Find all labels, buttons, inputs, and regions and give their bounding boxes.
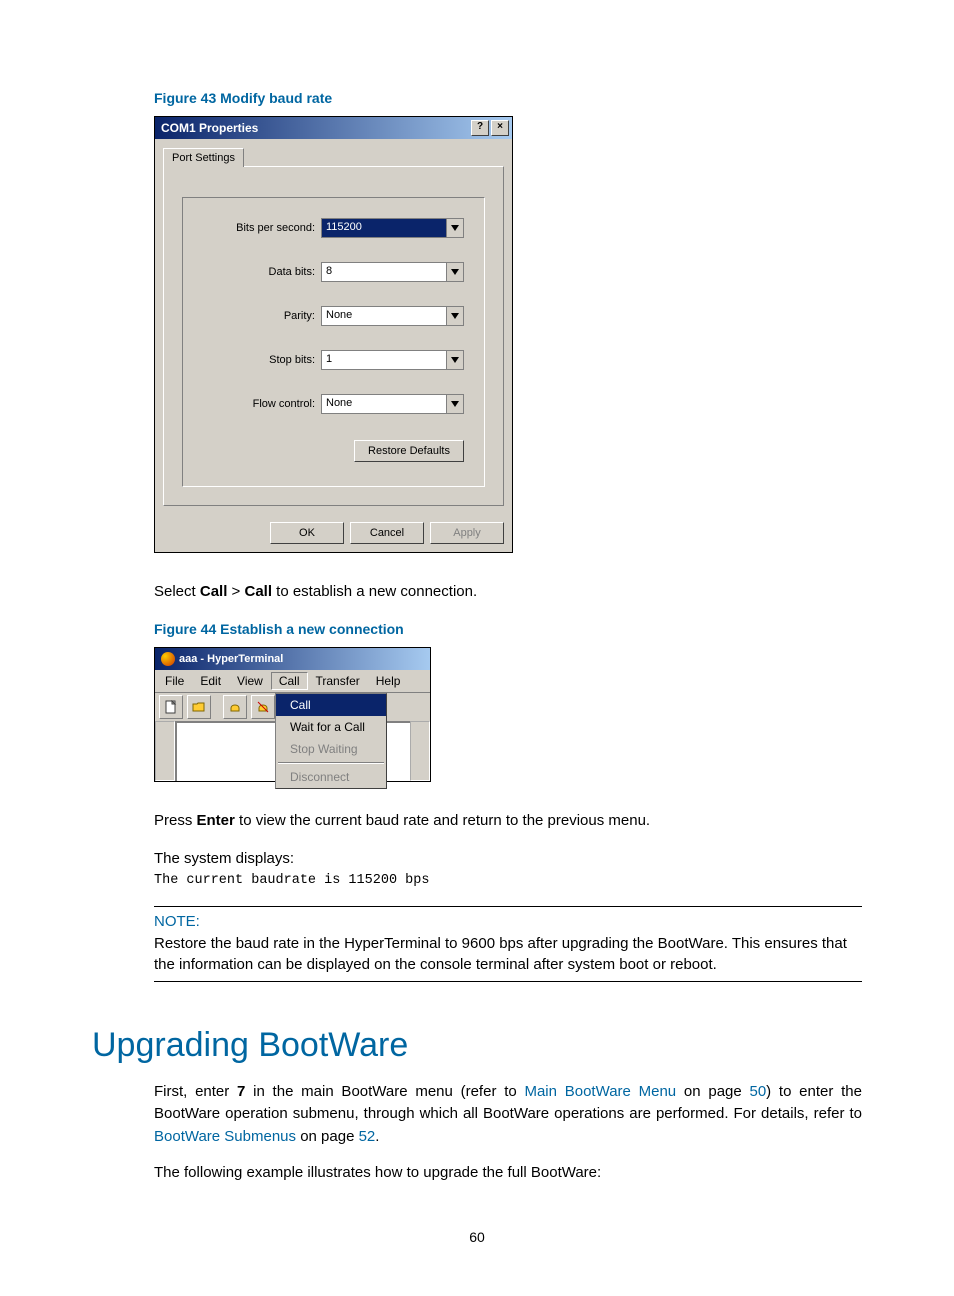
combo-data-bits[interactable]: 8 (321, 262, 464, 282)
apply-button[interactable]: Apply (430, 522, 504, 544)
link-page-52[interactable]: 52 (359, 1128, 376, 1145)
com1-properties-dialog: COM1 Properties ? × Port Settings Bits p… (154, 116, 513, 553)
combo-value: 1 (322, 351, 446, 369)
ht-right-edge (410, 721, 430, 781)
chevron-down-icon[interactable] (446, 263, 463, 281)
combo-value: None (322, 307, 446, 325)
ht-toolbar: Call Wait for a Call Stop Waiting Discon… (155, 692, 430, 721)
dialog-titlebar: COM1 Properties ? × (155, 117, 512, 139)
chevron-down-icon[interactable] (446, 395, 463, 413)
help-button[interactable]: ? (471, 120, 489, 136)
code-output: The current baudrate is 115200 bps (154, 873, 862, 888)
disconnect-icon[interactable] (251, 695, 275, 719)
note-body: Restore the baud rate in the HyperTermin… (154, 934, 862, 975)
dialog-title: COM1 Properties (161, 121, 469, 135)
ok-button[interactable]: OK (270, 522, 344, 544)
dropdown-disconnect: Disconnect (276, 766, 386, 788)
instruction-select-call: Select Call > Call to establish a new co… (154, 581, 862, 603)
cancel-button[interactable]: Cancel (350, 522, 424, 544)
ht-titlebar: aaa - HyperTerminal (155, 648, 430, 670)
combo-value: 115200 (322, 219, 446, 237)
chevron-down-icon[interactable] (446, 219, 463, 237)
combo-bits-per-second[interactable]: 115200 (321, 218, 464, 238)
tab-port-settings[interactable]: Port Settings (163, 148, 244, 167)
paragraph-1: First, enter 7 in the main BootWare menu… (154, 1081, 862, 1149)
dropdown-wait-for-call[interactable]: Wait for a Call (276, 716, 386, 738)
instruction-press-enter: Press Enter to view the current baud rat… (154, 810, 862, 832)
link-bootware-submenus[interactable]: BootWare Submenus (154, 1128, 296, 1145)
label-stop-bits: Stop bits: (203, 354, 321, 366)
combo-value: 8 (322, 263, 446, 281)
menu-edit[interactable]: Edit (192, 672, 229, 690)
note-title: NOTE: (154, 913, 862, 930)
menu-call[interactable]: Call (271, 672, 308, 690)
menu-transfer[interactable]: Transfer (308, 672, 368, 690)
combo-flow-control[interactable]: None (321, 394, 464, 414)
new-icon[interactable] (159, 695, 183, 719)
page-number: 60 (92, 1229, 862, 1245)
hyperterminal-window: aaa - HyperTerminal File Edit View Call … (154, 647, 431, 782)
label-parity: Parity: (203, 310, 321, 322)
open-icon[interactable] (187, 695, 211, 719)
heading-upgrading-bootware: Upgrading BootWare (92, 1026, 862, 1065)
call-dropdown-menu: Call Wait for a Call Stop Waiting Discon… (275, 693, 387, 789)
menu-help[interactable]: Help (368, 672, 409, 690)
combo-parity[interactable]: None (321, 306, 464, 326)
restore-defaults-button[interactable]: Restore Defaults (354, 440, 464, 462)
dropdown-stop-waiting: Stop Waiting (276, 738, 386, 760)
menu-view[interactable]: View (229, 672, 271, 690)
system-displays-label: The system displays: (154, 848, 862, 870)
label-flow-control: Flow control: (203, 398, 321, 410)
chevron-down-icon[interactable] (446, 351, 463, 369)
dropdown-call[interactable]: Call (276, 694, 386, 716)
ht-title-text: aaa - HyperTerminal (179, 653, 283, 665)
figure44-caption: Figure 44 Establish a new connection (154, 621, 862, 637)
menu-file[interactable]: File (157, 672, 192, 690)
label-data-bits: Data bits: (203, 266, 321, 278)
label-bits-per-second: Bits per second: (203, 222, 321, 234)
ht-menubar: File Edit View Call Transfer Help (155, 670, 430, 692)
chevron-down-icon[interactable] (446, 307, 463, 325)
ht-left-edge (155, 721, 175, 781)
hyperterminal-icon (161, 652, 175, 666)
combo-value: None (322, 395, 446, 413)
close-button[interactable]: × (491, 120, 509, 136)
paragraph-2: The following example illustrates how to… (154, 1162, 862, 1185)
connect-icon[interactable] (223, 695, 247, 719)
link-page-50[interactable]: 50 (749, 1083, 766, 1100)
link-main-bootware-menu[interactable]: Main BootWare Menu (524, 1083, 676, 1100)
figure43-caption: Figure 43 Modify baud rate (154, 90, 862, 106)
combo-stop-bits[interactable]: 1 (321, 350, 464, 370)
